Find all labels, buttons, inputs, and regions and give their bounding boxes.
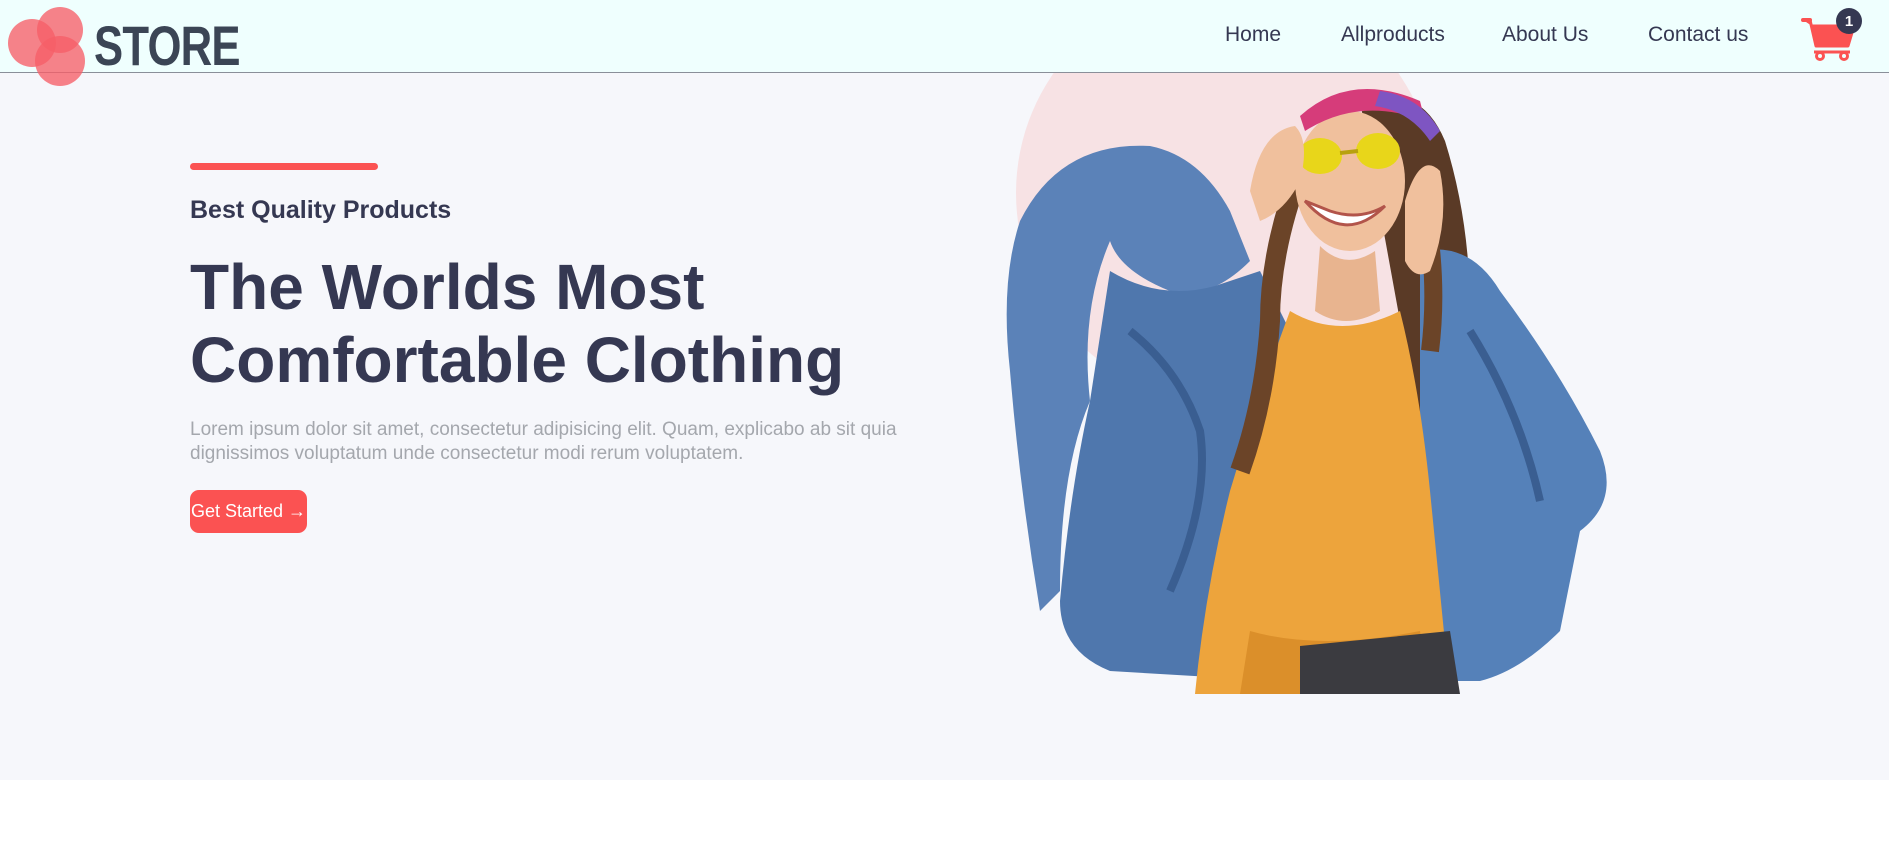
- hero-accent-line: [190, 163, 378, 170]
- nav-home-link[interactable]: Home: [1225, 23, 1281, 47]
- cart-button[interactable]: 1: [1800, 8, 1862, 62]
- hero-title-line-1: The Worlds Most: [190, 251, 705, 323]
- get-started-button[interactable]: Get Started →: [190, 490, 308, 533]
- hero-subtitle: Best Quality Products: [190, 196, 452, 224]
- hero-section: Best Quality Products The Worlds Most Co…: [0, 73, 1889, 780]
- nav-contact-link[interactable]: Contact us: [1648, 23, 1748, 47]
- cart-count-badge: 1: [1836, 8, 1862, 34]
- nav-about-link[interactable]: About Us: [1502, 23, 1588, 47]
- nav-links: Home Allproducts About Us Contact us: [0, 23, 1889, 51]
- hero-model-image: [1006, 89, 1607, 694]
- nav-allproducts-link[interactable]: Allproducts: [1341, 23, 1445, 47]
- hero-title-line-2: Comfortable Clothing: [190, 324, 845, 396]
- hero-title: The Worlds Most Comfortable Clothing: [190, 251, 950, 397]
- navbar: STORE Home Allproducts About Us Contact …: [0, 0, 1889, 86]
- hero-description: Lorem ipsum dolor sit amet, consectetur …: [190, 419, 897, 464]
